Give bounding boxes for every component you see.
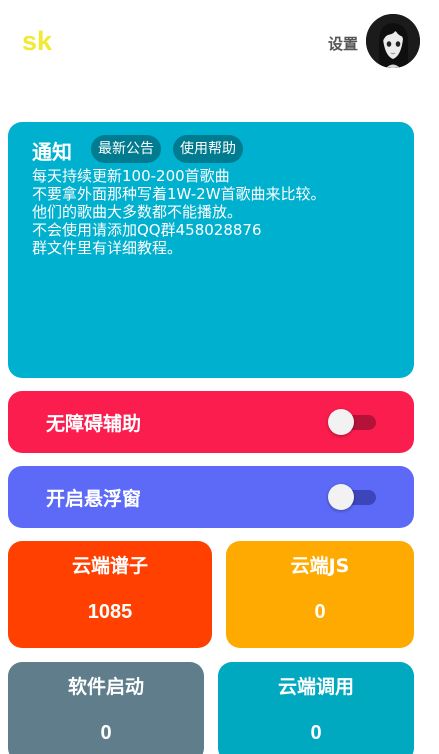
notice-line: 群文件里有详细教程。 xyxy=(32,239,183,257)
floating-window-toggle-label: 开启悬浮窗 xyxy=(46,488,142,510)
notice-line: 他们的歌曲大多数都不能播放。 xyxy=(32,203,243,221)
notice-line: 每天持续更新100-200首歌曲 xyxy=(32,167,230,185)
floating-window-switch[interactable] xyxy=(328,484,376,510)
cloud-call-count: 0 xyxy=(310,722,322,744)
latest-announcement-button[interactable]: 最新公告 xyxy=(91,135,161,163)
notice-line: 不会使用请添加QQ群458028876 xyxy=(32,221,262,239)
accessibility-toggle-row[interactable]: 无障碍辅助 xyxy=(8,391,414,453)
app-launch-count: 0 xyxy=(100,722,112,744)
notice-title: 通知 xyxy=(32,140,72,164)
app-name: sk xyxy=(22,26,53,56)
switch-thumb[interactable] xyxy=(328,409,354,435)
app-header: sk 设置 xyxy=(0,0,439,84)
accessibility-toggle-label: 无障碍辅助 xyxy=(46,413,142,435)
cloud-js-card[interactable]: 云端JS 0 xyxy=(226,541,414,648)
app-launch-label: 软件启动 xyxy=(67,676,144,698)
cloud-call-label: 云端调用 xyxy=(277,676,354,698)
cloud-sheets-card[interactable]: 云端谱子 1085 xyxy=(8,541,212,648)
cloud-sheets-label: 云端谱子 xyxy=(71,555,148,577)
settings-button[interactable]: 设置 xyxy=(328,33,358,54)
switch-thumb[interactable] xyxy=(328,484,354,510)
cloud-sheets-count: 1085 xyxy=(87,601,133,623)
cloud-js-count: 0 xyxy=(314,601,326,623)
floating-window-toggle-row[interactable]: 开启悬浮窗 xyxy=(8,466,414,528)
avatar-illustration-icon[interactable] xyxy=(366,14,420,68)
app-launch-card[interactable]: 软件启动 0 xyxy=(8,662,204,754)
notice-text: 每天持续更新100-200首歌曲 不要拿外面那种写着1W-2W首歌曲来比较。 他… xyxy=(32,167,402,257)
accessibility-switch[interactable] xyxy=(328,409,376,435)
cloud-js-label: 云端JS xyxy=(290,555,350,577)
cloud-call-card[interactable]: 云端调用 0 xyxy=(218,662,414,754)
usage-help-button[interactable]: 使用帮助 xyxy=(173,135,243,163)
notice-card: 通知 最新公告 使用帮助 每天持续更新100-200首歌曲 不要拿外面那种写着1… xyxy=(8,122,414,378)
notice-line: 不要拿外面那种写着1W-2W首歌曲来比较。 xyxy=(32,185,326,203)
